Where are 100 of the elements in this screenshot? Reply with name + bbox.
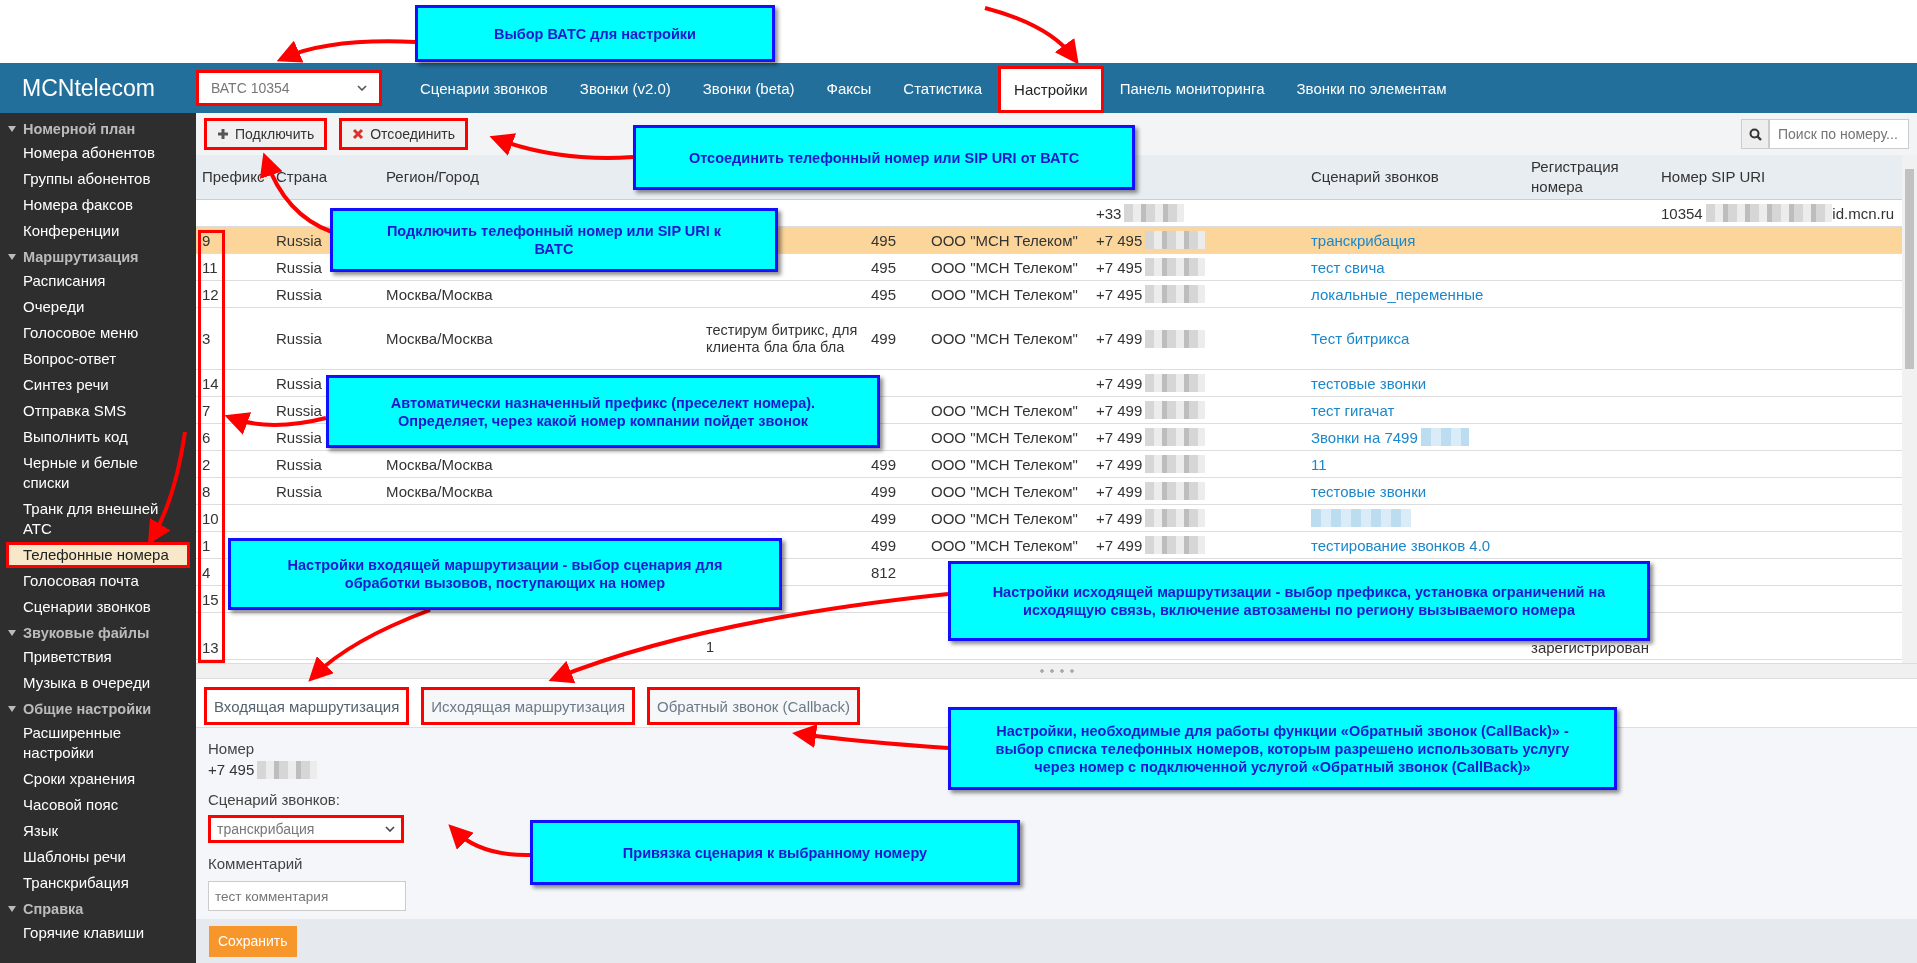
blurred-digits	[1145, 374, 1206, 392]
blurred-digits	[1145, 536, 1206, 554]
search-button[interactable]	[1741, 119, 1769, 149]
table-row[interactable]: 10 499 ООО "МСН Телеком" +7 499	[196, 505, 1902, 532]
toolbar-button[interactable]: Подключить	[204, 118, 328, 150]
toolbar-button[interactable]: Отсоединить	[339, 118, 468, 150]
nav-tab[interactable]: Панель мониторинга	[1103, 63, 1281, 113]
search-field[interactable]: Поиск по номеру...	[1769, 119, 1909, 149]
table-cell: Russia	[276, 285, 322, 303]
sidebar-group-title[interactable]: Справка	[23, 901, 84, 917]
table-cell: +33	[1096, 204, 1122, 222]
column-header[interactable]: Префикс	[202, 167, 265, 187]
sidebar-item[interactable]: Очереди	[0, 294, 196, 320]
sidebar-item[interactable]: Расписания	[0, 268, 196, 294]
blurred-digits	[1145, 482, 1206, 500]
annotation-tooltip: Автоматически назначенный префикс (преселект номера). Определяет, через какой номер компании пойдет звонок	[326, 375, 880, 448]
column-header[interactable]: Сценарий звонков	[1311, 167, 1439, 187]
sidebar-item[interactable]: Транк для внешней АТС	[0, 496, 196, 542]
sidebar-item[interactable]: Телефонные номера	[6, 542, 190, 568]
scenario-link[interactable]: тестовые звонки	[1311, 374, 1427, 392]
sidebar-item[interactable]: Расширенные настройки	[0, 720, 196, 766]
column-header[interactable]: Регион/Город	[386, 167, 479, 187]
table-cell: +7 499	[1096, 455, 1143, 473]
table-row[interactable]: 12 Russia Москва/Москва 495 ООО "МСН Телеком" +7 495 локальные_переменные	[196, 281, 1902, 308]
nav-tab[interactable]: Факсы	[810, 63, 888, 113]
annotation-tooltip: Настройки входящей маршрутизации - выбор сценария для обработки вызовов, поступающих на номер	[228, 538, 782, 610]
sidebar-item[interactable]: Синтез речи	[0, 372, 196, 398]
sidebar-item[interactable]: Приветствия	[0, 644, 196, 670]
sidebar-item[interactable]: Конференции	[0, 218, 196, 244]
sidebar-group-title[interactable]: Общие настройки	[23, 701, 152, 717]
sidebar-item[interactable]: Язык	[0, 818, 196, 844]
sidebar-item[interactable]: Номера абонентов	[0, 140, 196, 166]
comment-field[interactable]: тест комментария	[208, 881, 406, 911]
sidebar-item[interactable]: Часовой пояс	[0, 792, 196, 818]
table-row[interactable]: 8 Russia Москва/Москва 499 ООО "МСН Телеком" +7 499 тестовые звонки	[196, 478, 1902, 505]
column-header[interactable]: Регистрация номера	[1531, 157, 1649, 197]
sidebar-item[interactable]: Шаблоны речи	[0, 844, 196, 870]
sidebar-group-title[interactable]: Звуковые файлы	[23, 625, 150, 641]
scenario-link[interactable]: тестовые звонки	[1311, 482, 1427, 500]
column-header[interactable]: Страна	[276, 167, 327, 187]
scenario-link[interactable]: Звонки на 7499	[1311, 428, 1418, 446]
sidebar-item[interactable]: Горячие клавиши	[0, 920, 196, 946]
table-cell: ООО "МСН Телеком"	[931, 401, 1078, 419]
nav-tab[interactable]: Сценарии звонков	[404, 63, 564, 113]
sidebar-item[interactable]: Голосовая почта	[0, 568, 196, 594]
detail-tab[interactable]: Обратный звонок (Callback)	[647, 687, 861, 725]
caret-icon[interactable]	[8, 126, 16, 132]
sidebar-item[interactable]: Отправка SMS	[0, 398, 196, 424]
table-cell: ООО "МСН Телеком"	[931, 509, 1078, 527]
sidebar-group-title[interactable]: Номерной план	[23, 121, 136, 137]
table-row[interactable]: 2 Russia Москва/Москва 499 ООО "МСН Телеком" +7 499 11	[196, 451, 1902, 478]
sidebar-item[interactable]: Транскрибация	[0, 870, 196, 896]
scenario-select[interactable]: транскрибация	[208, 815, 404, 843]
table-cell: +7 495	[1096, 285, 1143, 303]
table-cell: +7 499	[1096, 428, 1143, 446]
nav-tab[interactable]: Звонки по элементам	[1280, 63, 1463, 113]
table-cell: ООО "МСН Телеком"	[931, 428, 1078, 446]
sidebar-item[interactable]: Выполнить код	[0, 424, 196, 450]
nav-tab[interactable]: Настройки	[998, 66, 1104, 113]
chevron-icon	[357, 85, 367, 91]
scenario-link[interactable]: 11	[1311, 455, 1327, 473]
sidebar-item[interactable]: Сроки хранения	[0, 766, 196, 792]
scenario-link[interactable]: тест свича	[1311, 258, 1385, 276]
sidebar-item[interactable]: Голосовое меню	[0, 320, 196, 346]
sidebar-item[interactable]: Музыка в очереди	[0, 670, 196, 696]
sidebar-item[interactable]: Вопрос-ответ	[0, 346, 196, 372]
table-cell: 499	[871, 455, 897, 473]
sidebar-item[interactable]: Группы абонентов	[0, 166, 196, 192]
nav-tab[interactable]: Статистика	[887, 63, 999, 113]
cross-icon	[352, 128, 365, 140]
annotation-tooltip: Отсоединить телефонный номер или SIP URI от ВАТС	[633, 125, 1135, 190]
scenario-link[interactable]: Тест битрикса	[1311, 330, 1410, 347]
nav-tab[interactable]: Звонки (v2.0)	[563, 63, 687, 113]
column-header[interactable]: Номер SIP URI	[1661, 167, 1766, 187]
pbx-select[interactable]: ВАТС 10354	[196, 70, 382, 106]
nav-tab[interactable]: Звонки (beta)	[686, 63, 811, 113]
table-cell: Russia	[276, 401, 322, 419]
detail-tab[interactable]: Исходящая маршрутизация	[421, 687, 636, 725]
blurred-digits	[1145, 455, 1206, 473]
caret-icon[interactable]	[8, 906, 16, 912]
caret-icon[interactable]	[8, 706, 16, 712]
table-cell: +7 495	[1096, 231, 1143, 249]
sidebar-group-title[interactable]: Маршрутизация	[23, 249, 139, 265]
scrollbar[interactable]	[1902, 155, 1917, 663]
scenario-link[interactable]: тестирование звонков 4.0	[1311, 536, 1491, 554]
sidebar-item[interactable]: Сценарии звонков	[0, 594, 196, 620]
scenario-link[interactable]: локальные_переменные	[1311, 285, 1484, 303]
chevron-icon	[385, 826, 395, 832]
sidebar-item[interactable]: Черные и белые списки	[0, 450, 196, 496]
logo: MCNtelecom	[21, 74, 156, 102]
blurred-digits	[1145, 285, 1206, 303]
detail-tab[interactable]: Входящая маршрутизация	[204, 687, 410, 725]
sidebar-item[interactable]: Номера факсов	[0, 192, 196, 218]
splitter-handle[interactable]	[196, 663, 1917, 679]
caret-icon[interactable]	[8, 630, 16, 636]
table-cell: Москва/Москва	[386, 482, 493, 500]
table-cell: зарегистрирован	[1531, 639, 1649, 656]
caret-icon[interactable]	[8, 254, 16, 260]
table-cell: Москва/Москва	[386, 330, 493, 347]
scenario-link[interactable]: тест гигачат	[1311, 401, 1395, 419]
